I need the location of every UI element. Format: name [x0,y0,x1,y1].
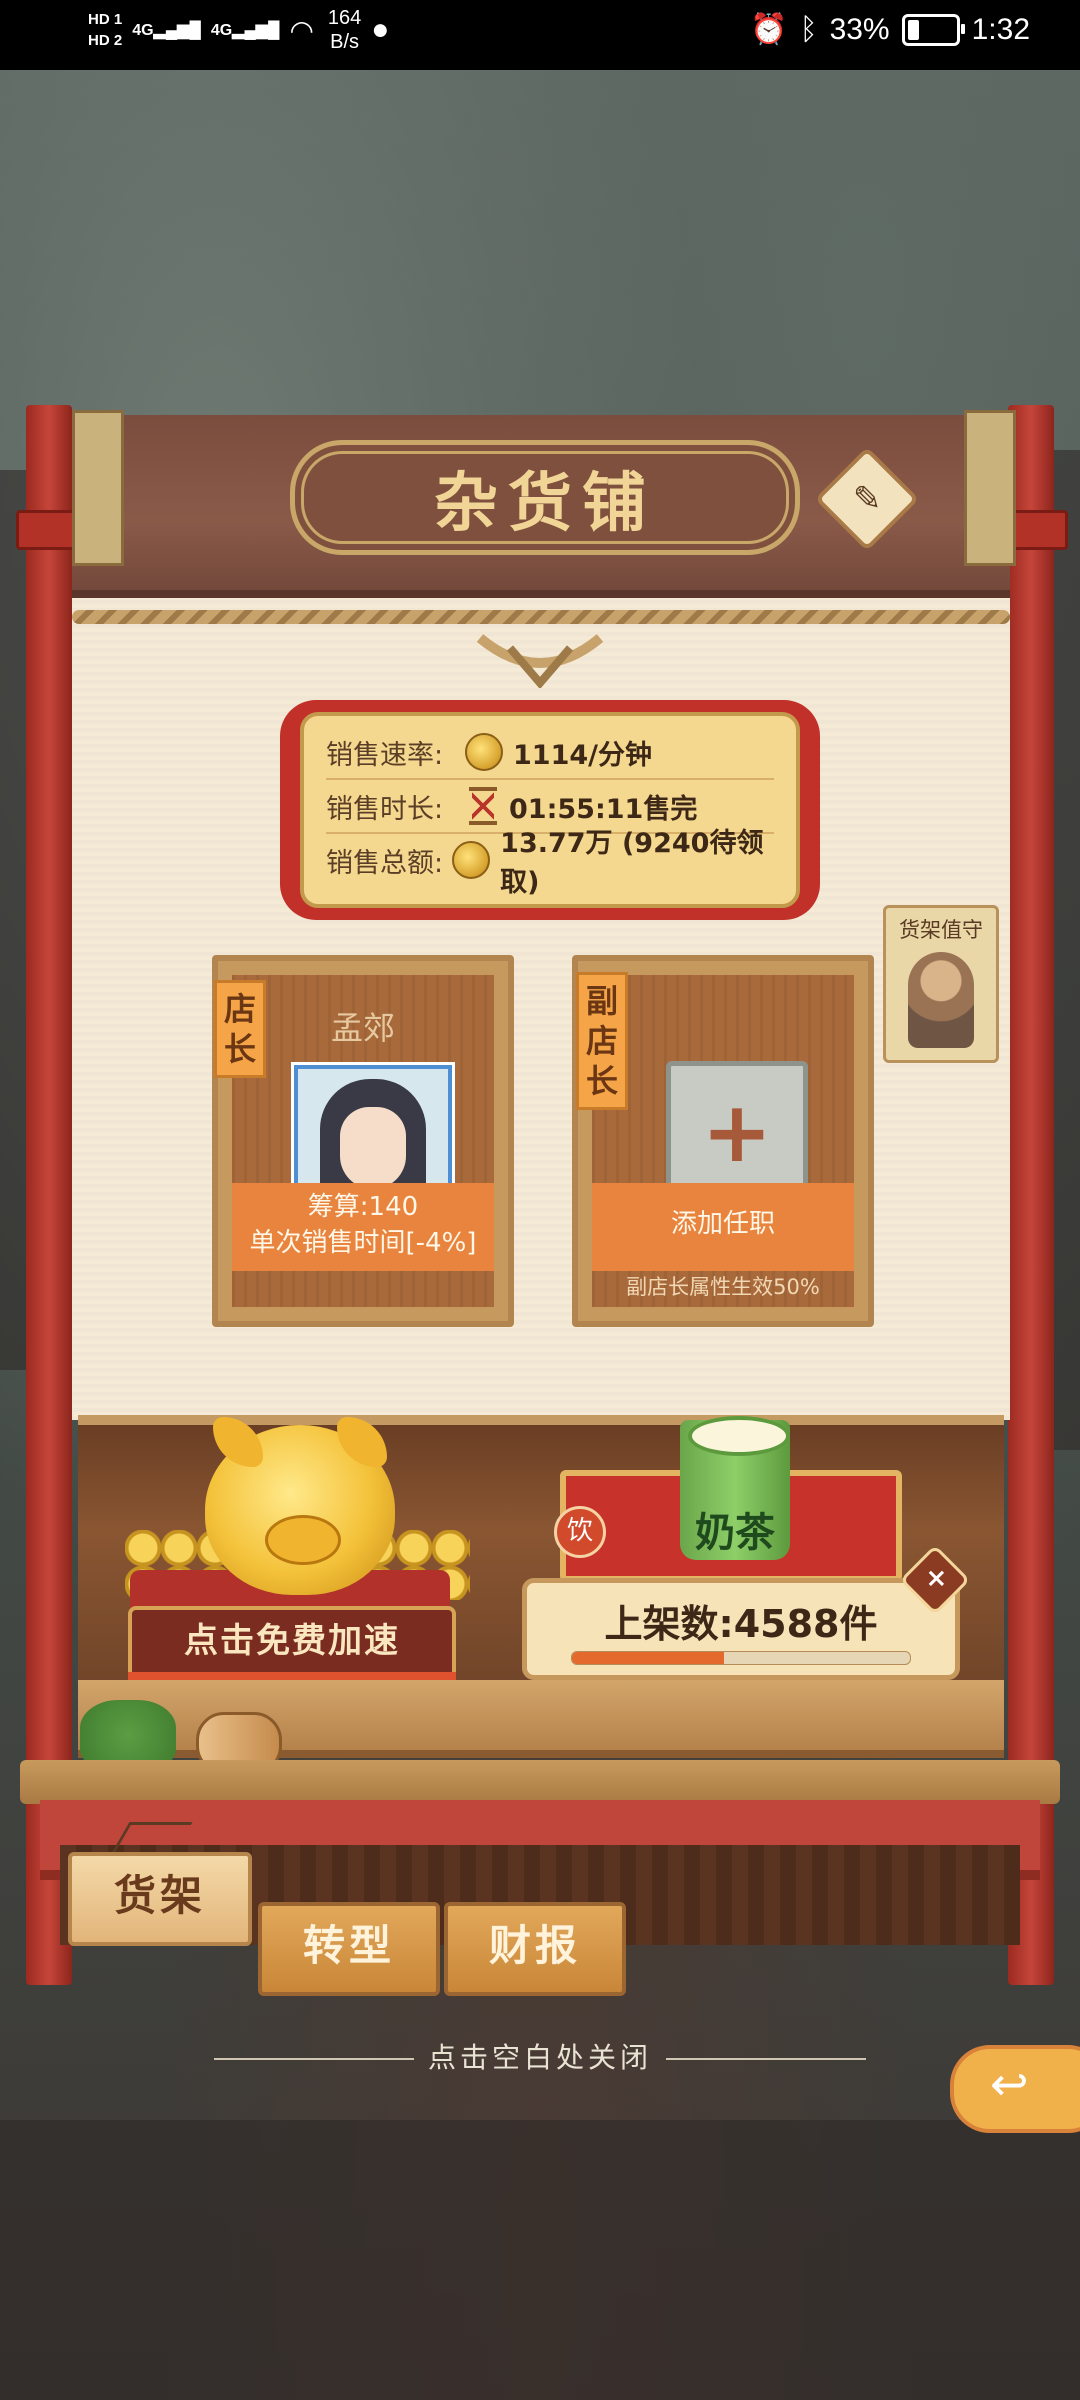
stock-count: 上架数:4588件 [604,1602,878,1646]
wifi-icon: ◠ [289,14,314,46]
manager-info: 筹算:140 单次销售时间[-4%] [232,1183,494,1271]
return-arrow-icon: ↩ [990,2057,1029,2111]
pencil-icon: ✎ [852,479,882,519]
battery-percent: 33% [829,12,890,46]
sales-info-scroll: 销售速率: 1114/分钟 销售时长: 01:55:11售完 销售总额: 13.… [280,700,820,920]
plus-icon: + [701,1083,773,1181]
sales-rate-label: 销售速率: [326,739,444,771]
shelf-base [20,1760,1060,1804]
back-button[interactable]: ↩ [950,2045,1080,2133]
frame-post-left [26,405,72,1985]
hd2-indicator: HD 2 [88,32,123,49]
stock-panel: 上架数:4588件 [522,1578,960,1680]
rope-knot [476,634,604,688]
sales-rate-row: 销售速率: 1114/分钟 [326,726,774,780]
sales-duration-value: 01:55:11售完 [509,793,698,825]
stock-progress [571,1651,911,1665]
add-deputy-button[interactable]: + [666,1061,808,1203]
tab-report[interactable]: 财报 [444,1902,626,1996]
tab-transform[interactable]: 转型 [258,1902,440,1996]
banner-tab [72,410,124,566]
free-speedup-button[interactable]: 点击免费加速 [128,1606,456,1680]
signal-2-icon: 4G▂▄▆█ [210,22,280,39]
drink-category-badge: 饮 [554,1506,606,1558]
manager-stat: 筹算:140 [307,1192,419,1222]
shelf-guard-label: 货架值守 [899,918,983,942]
qq-icon: ● [371,13,390,46]
clock: 1:32 [971,12,1030,46]
sales-duration-label: 销售时长: [326,793,444,825]
net-speed: 164 [327,7,362,29]
rope-decoration [72,610,1010,624]
goods-name: 奶茶 [695,1509,775,1556]
signal-1-icon: 4G▂▄▆█ [132,22,201,39]
banner-tab [964,410,1016,566]
status-bar: HD 1 HD 2 4G▂▄▆█ 4G▂▄▆█ ◠ 164 B/s ● ⏰ ᛒ … [0,0,1080,70]
frame-post-right [1008,405,1054,1985]
shop-title: 杂货铺 [290,440,800,555]
close-hint[interactable]: 点击空白处关闭 [0,2036,1080,2076]
tab-shelf[interactable]: 货架 [68,1852,252,1946]
manager-effect: 单次销售时间[-4%] [249,1228,477,1258]
hd1-indicator: HD 1 [88,11,123,28]
battery-icon [901,13,965,46]
deputy-tag: 副店长 [576,972,628,1110]
shelf-guard-button[interactable]: 货架值守 [883,905,999,1063]
sales-total-value: 13.77万 (9240待领取) [500,828,764,898]
hourglass-icon [469,787,497,825]
alarm-icon: ⏰ [750,13,788,46]
sales-total-label: 销售总额: [326,847,444,879]
speedup-underline [128,1672,456,1680]
net-unit: B/s [330,31,360,53]
manager-tag: 店长 [214,980,266,1078]
golden-pig-icon[interactable] [205,1417,395,1595]
sales-total-row: 销售总额: 13.77万 (9240待领取) [326,828,774,898]
sales-rate-value: 1114/分钟 [513,739,653,771]
close-icon: × [925,1563,948,1594]
coin-icon [452,841,491,879]
deputy-action[interactable]: 添加任职 [592,1183,854,1271]
guard-character-icon [908,952,974,1048]
deputy-note: 副店长属性生效50% [626,1275,820,1299]
bluetooth-icon: ᛒ [799,12,818,46]
add-deputy-label: 添加任职 [670,1209,775,1239]
coin-icon [465,733,503,771]
manager-name: 孟郊 [330,1009,395,1047]
